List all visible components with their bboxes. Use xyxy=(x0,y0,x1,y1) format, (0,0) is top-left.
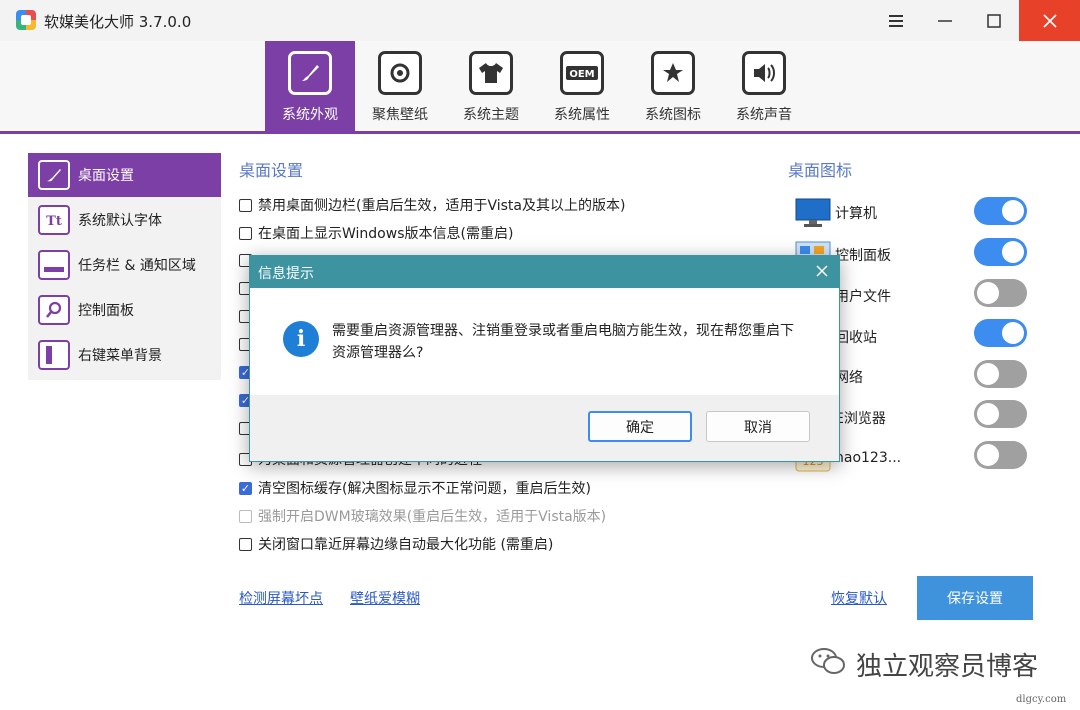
toggle-user-files[interactable] xyxy=(974,279,1027,307)
checkbox[interactable] xyxy=(239,537,252,551)
tab-system-appearance[interactable]: 系统外观 xyxy=(265,41,355,131)
tab-system-sounds[interactable]: 系统声音 xyxy=(719,41,809,131)
desktop-icon-label: E浏览器 xyxy=(835,411,886,427)
sidebar-item-context-menu-bg[interactable]: 右键菜单背景 xyxy=(28,333,221,377)
speaker-icon xyxy=(742,51,786,95)
app-title: 软媒美化大师 3.7.0.0 xyxy=(44,13,192,31)
info-dialog: 信息提示 i 需要重启资源管理器、注销重登录或者重启电脑方能生效，现在帮您重启下… xyxy=(249,255,840,462)
section-title-desktop-icons: 桌面图标 xyxy=(788,161,853,180)
tshirt-icon xyxy=(469,51,513,95)
desktop-icon-label: 回收站 xyxy=(835,330,877,346)
app-logo-icon xyxy=(16,10,36,30)
sidebar-item-label: 右键菜单背景 xyxy=(78,348,162,364)
option-clear-icon-cache[interactable]: ✓ 清空图标缓存(解决图标显示不正常问题，重启后生效) xyxy=(239,477,591,499)
wallpaper-blur-link[interactable]: 壁纸爱模糊 xyxy=(350,588,420,608)
restore-defaults-link[interactable]: 恢复默认 xyxy=(831,588,887,608)
option-label: 强制开启DWM玻璃效果(重启后生效，适用于Vista版本) xyxy=(258,509,607,525)
desktop-icon-label: 计算机 xyxy=(835,206,877,222)
tab-label: 系统声音 xyxy=(736,107,792,123)
minimize-button[interactable] xyxy=(921,0,969,41)
tab-label: 系统属性 xyxy=(554,107,610,123)
tab-label: 聚焦壁纸 xyxy=(372,107,428,123)
sidebar-item-desktop-settings[interactable]: 桌面设置 xyxy=(28,153,221,197)
desktop-icon-row-computer: 计算机 xyxy=(795,193,877,233)
checkbox[interactable] xyxy=(239,198,252,212)
dialog-title: 信息提示 xyxy=(258,266,314,282)
option-label: 关闭窗口靠近屏幕边缘自动最大化功能 (需重启) xyxy=(258,537,554,553)
checkbox[interactable] xyxy=(239,226,252,240)
section-title-desktop-settings: 桌面设置 xyxy=(239,161,304,180)
option-disable-aero-snap[interactable]: 关闭窗口靠近屏幕边缘自动最大化功能 (需重启) xyxy=(239,533,553,555)
option-label: 禁用桌面侧边栏(重启后生效，适用于Vista及其以上的版本) xyxy=(258,198,626,214)
tab-system-icons[interactable]: 系统图标 xyxy=(628,41,718,131)
tab-focus-wallpaper[interactable]: 聚焦壁纸 xyxy=(355,41,445,131)
option-label: 清空图标缓存(解决图标显示不正常问题，重启后生效) xyxy=(258,481,591,497)
tab-label: 系统外观 xyxy=(282,107,338,123)
dialog-message: 需要重启资源管理器、注销重登录或者重启电脑方能生效，现在帮您重启下资源管理器么? xyxy=(332,323,794,361)
watermark-url: dlgcy.com xyxy=(1016,694,1067,705)
desktop-icon-label: hao123... xyxy=(835,450,902,466)
checkbox[interactable]: ✓ xyxy=(239,481,252,495)
option-force-dwm-glass: 强制开启DWM玻璃效果(重启后生效，适用于Vista版本) xyxy=(239,505,606,527)
font-icon: Tt xyxy=(38,205,70,235)
sidebar-item-label: 控制面板 xyxy=(78,303,134,319)
toggle-ie[interactable] xyxy=(974,400,1027,428)
oem-icon: OEM xyxy=(560,51,604,95)
toggle-knob xyxy=(1002,322,1024,344)
sidebar: 桌面设置 Tt 系统默认字体 任务栏 & 通知区域 控制面板 右键菜单背景 xyxy=(28,153,221,380)
toggle-control-panel[interactable] xyxy=(974,238,1027,266)
brush-icon xyxy=(288,51,332,95)
context-menu-icon xyxy=(38,340,70,370)
desktop-brush-icon xyxy=(38,160,70,190)
tab-label: 系统主题 xyxy=(463,107,519,123)
toggle-knob xyxy=(977,403,999,425)
top-tab-bar: 系统外观 聚焦壁纸 系统主题 OEM 系统属性 系统图标 系统声音 xyxy=(0,41,1080,134)
svg-text:Tt: Tt xyxy=(46,214,62,229)
toggle-computer[interactable] xyxy=(974,197,1027,225)
camera-icon xyxy=(378,51,422,95)
cancel-button[interactable]: 取消 xyxy=(706,411,810,442)
computer-icon xyxy=(795,198,831,228)
toggle-knob xyxy=(977,282,999,304)
sidebar-item-label: 系统默认字体 xyxy=(78,213,162,229)
checkbox xyxy=(239,509,252,523)
toggle-knob xyxy=(977,444,999,466)
info-icon: i xyxy=(283,321,319,357)
desktop-icon-label: 控制面板 xyxy=(835,248,891,264)
magnifier-icon xyxy=(38,295,70,325)
toggle-network[interactable] xyxy=(974,360,1027,388)
taskbar-icon xyxy=(38,250,70,280)
sidebar-item-taskbar[interactable]: 任务栏 & 通知区域 xyxy=(28,243,221,287)
detect-dead-pixels-link[interactable]: 检测屏幕坏点 xyxy=(239,588,323,608)
title-bar: 软媒美化大师 3.7.0.0 xyxy=(0,0,1080,41)
toggle-hao123[interactable] xyxy=(974,441,1027,469)
option-disable-sidebar[interactable]: 禁用桌面侧边栏(重启后生效，适用于Vista及其以上的版本) xyxy=(239,194,625,216)
sidebar-item-control-panel[interactable]: 控制面板 xyxy=(28,288,221,332)
desktop-icon-label: 用户文件 xyxy=(835,289,891,305)
close-button[interactable] xyxy=(1019,0,1080,41)
save-button[interactable]: 保存设置 xyxy=(917,576,1033,620)
svg-text:OEM: OEM xyxy=(569,69,594,80)
watermark-text: 独立观察员博客 xyxy=(856,652,1039,682)
toggle-knob xyxy=(977,363,999,385)
toggle-knob xyxy=(1002,200,1024,222)
star-icon xyxy=(651,51,695,95)
tab-label: 系统图标 xyxy=(645,107,701,123)
sidebar-item-label: 桌面设置 xyxy=(78,168,134,184)
dialog-title-bar: 信息提示 xyxy=(250,256,839,288)
tab-system-properties[interactable]: OEM 系统属性 xyxy=(537,41,627,131)
menu-icon[interactable] xyxy=(872,0,920,41)
option-label: 在桌面上显示Windows版本信息(需重启) xyxy=(258,226,514,242)
ok-button[interactable]: 确定 xyxy=(588,411,692,442)
tab-system-theme[interactable]: 系统主题 xyxy=(446,41,536,131)
dialog-close-icon[interactable] xyxy=(811,260,833,282)
option-show-windows-version[interactable]: 在桌面上显示Windows版本信息(需重启) xyxy=(239,222,513,244)
toggle-recycle-bin[interactable] xyxy=(974,319,1027,347)
wechat-icon xyxy=(810,646,846,676)
sidebar-item-default-font[interactable]: Tt 系统默认字体 xyxy=(28,198,221,242)
maximize-button[interactable] xyxy=(970,0,1018,41)
sidebar-item-label: 任务栏 & 通知区域 xyxy=(78,258,196,274)
toggle-knob xyxy=(1002,241,1024,263)
